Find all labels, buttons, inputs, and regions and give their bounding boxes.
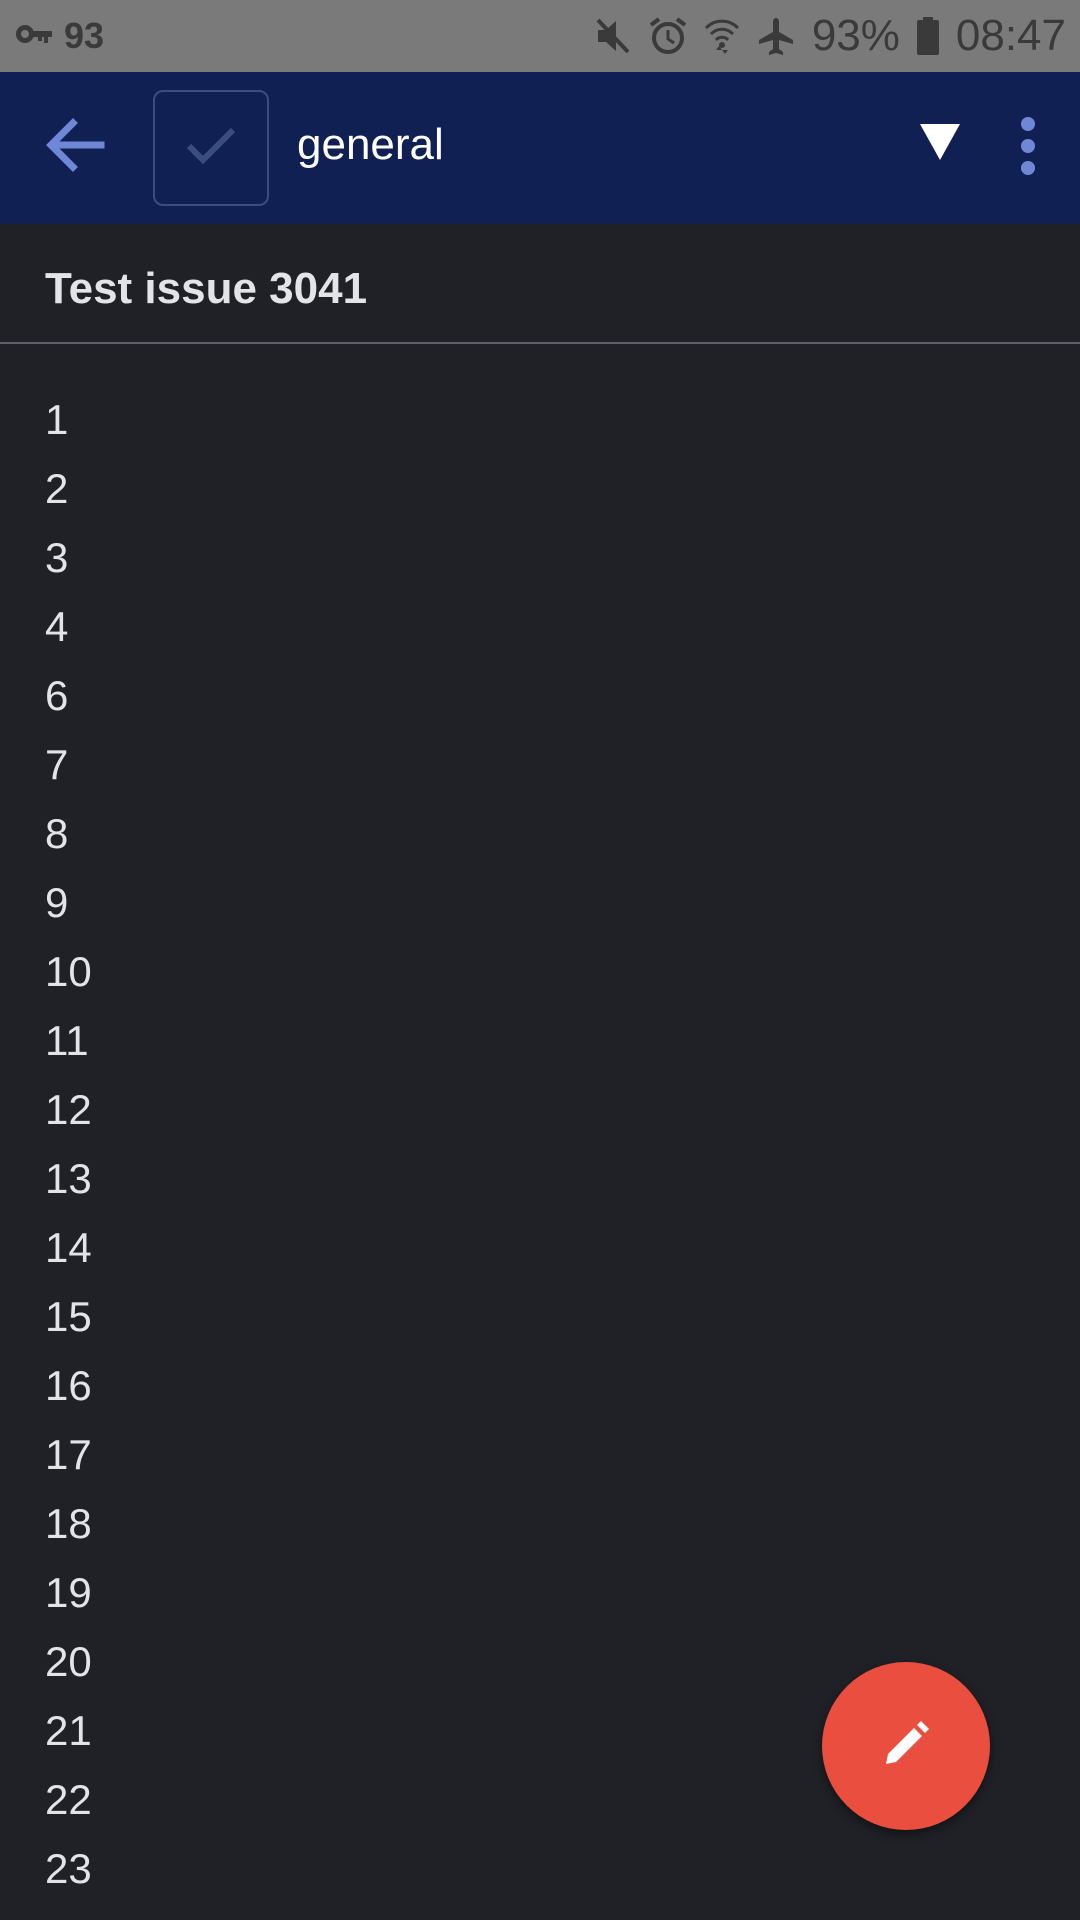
note-line: 4 <box>45 603 69 650</box>
note-line: 9 <box>45 879 69 926</box>
note-line: 7 <box>45 741 69 788</box>
battery-icon <box>916 16 940 56</box>
back-arrow-icon <box>43 115 107 180</box>
note-line: 6 <box>45 672 69 719</box>
note-line: 13 <box>45 1155 92 1202</box>
note-line: 21 <box>45 1707 92 1754</box>
done-checkbox[interactable] <box>153 90 269 206</box>
mute-icon <box>594 16 632 56</box>
note-line: 23 <box>45 1845 92 1892</box>
triangle-down-icon <box>918 122 962 167</box>
key-icon <box>14 22 54 51</box>
note-line: 12 <box>45 1086 92 1133</box>
note-line: 18 <box>45 1500 92 1547</box>
airplane-icon <box>756 16 796 56</box>
status-right: 93% 08:47 <box>594 11 1066 61</box>
alarm-icon <box>648 16 688 56</box>
note-line: 3 <box>45 534 69 581</box>
note-line: 17 <box>45 1431 92 1478</box>
note-line: 11 <box>45 1017 89 1064</box>
note-line: 10 <box>45 948 92 995</box>
status-left-number: 93 <box>64 15 105 56</box>
status-bar: 93 93% 08:47 <box>0 0 1080 72</box>
category-dropdown-button[interactable] <box>912 116 968 172</box>
note-title[interactable]: Test issue 3041 <box>45 264 367 314</box>
category-label[interactable]: general <box>297 120 444 170</box>
note-line: 14 <box>45 1224 92 1271</box>
note-line: 19 <box>45 1569 92 1616</box>
back-button[interactable] <box>40 112 110 182</box>
more-vert-icon <box>1018 116 1038 181</box>
status-time: 08:47 <box>955 11 1066 60</box>
app-bar: general <box>0 72 1080 224</box>
check-icon <box>185 126 237 171</box>
wifi-icon <box>704 16 740 56</box>
note-line: 2 <box>45 465 69 512</box>
note-line: 1 <box>45 396 69 443</box>
note-line: 8 <box>45 810 69 857</box>
edit-fab-button[interactable] <box>822 1662 990 1830</box>
note-line: 20 <box>45 1638 92 1685</box>
note-line: 22 <box>45 1776 92 1823</box>
note-line: 16 <box>45 1362 92 1409</box>
status-left: 93 <box>14 15 104 57</box>
note-title-row: Test issue 3041 <box>0 224 1080 344</box>
pencil-icon <box>880 1718 932 1775</box>
overflow-menu-button[interactable] <box>1006 110 1050 186</box>
note-line: 15 <box>45 1293 92 1340</box>
battery-percent: 93% <box>811 11 900 60</box>
note-body[interactable]: 1 2 3 4 6 7 8 9 10 11 12 13 14 15 16 17 18 19 20 21 22 23 <box>45 394 92 1912</box>
